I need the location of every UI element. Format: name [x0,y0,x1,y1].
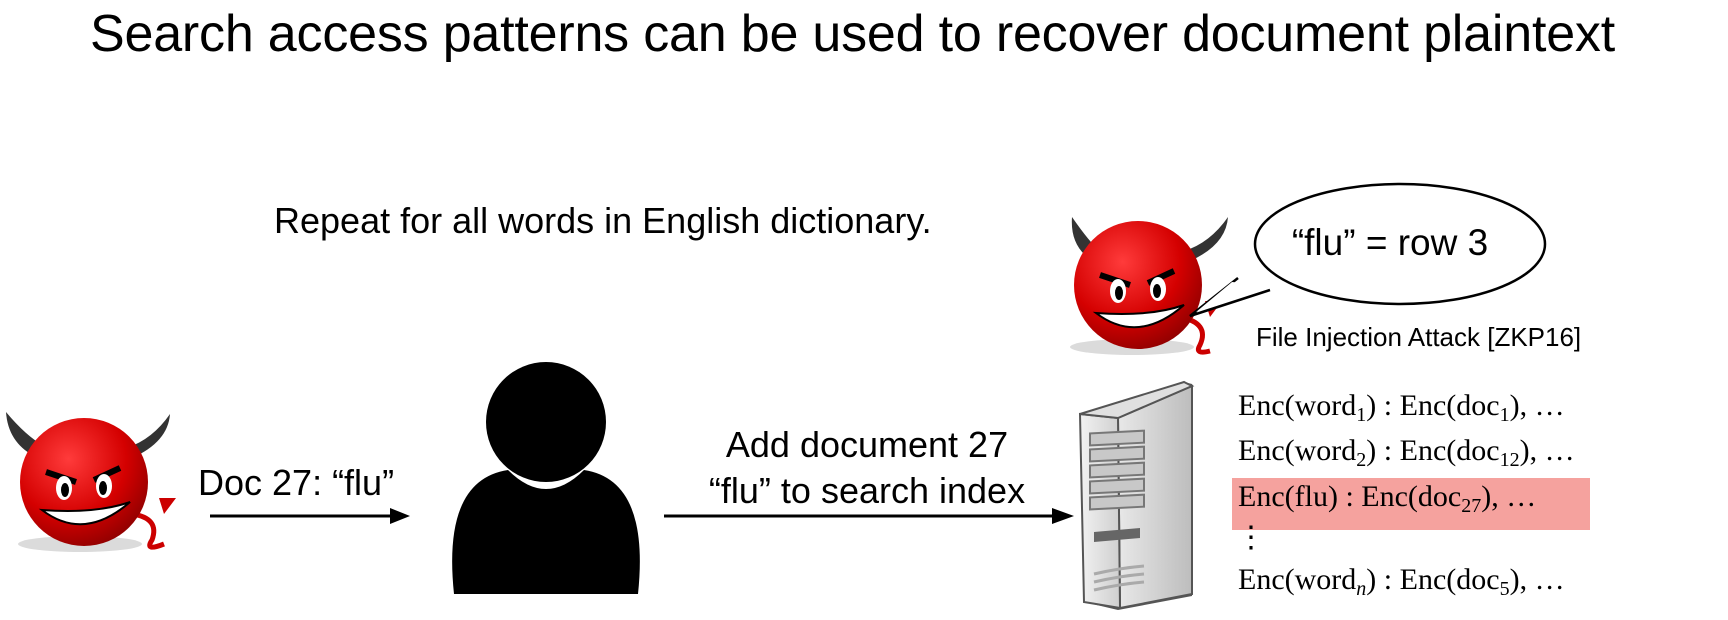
devil-icon [6,412,176,552]
repeat-note: Repeat for all words in English dictiona… [274,200,932,241]
page-title: Search access patterns can be used to re… [90,5,1615,63]
bubble-text: “flu” = row 3 [1291,222,1489,263]
user-icon [452,362,640,594]
index-row: Enc(wordn) : Enc(doc5), … [1238,563,1565,600]
add-document-label: Add document 27 [725,424,1009,465]
arrow-to-server [664,508,1074,524]
server-icon [1078,380,1195,610]
doc-label: Doc 27: “flu” [198,462,395,503]
index-row: Enc(word2) : Enc(doc12), … [1238,434,1575,471]
index-row-ellipsis: ⋮ [1236,521,1266,554]
attack-label: File Injection Attack [ZKP16] [1256,322,1582,352]
index-row-highlighted: Enc(flu) : Enc(doc27), … [1232,478,1591,530]
arrow-to-user [210,508,410,524]
index-row: Enc(word1) : Enc(doc1), … [1238,389,1565,426]
